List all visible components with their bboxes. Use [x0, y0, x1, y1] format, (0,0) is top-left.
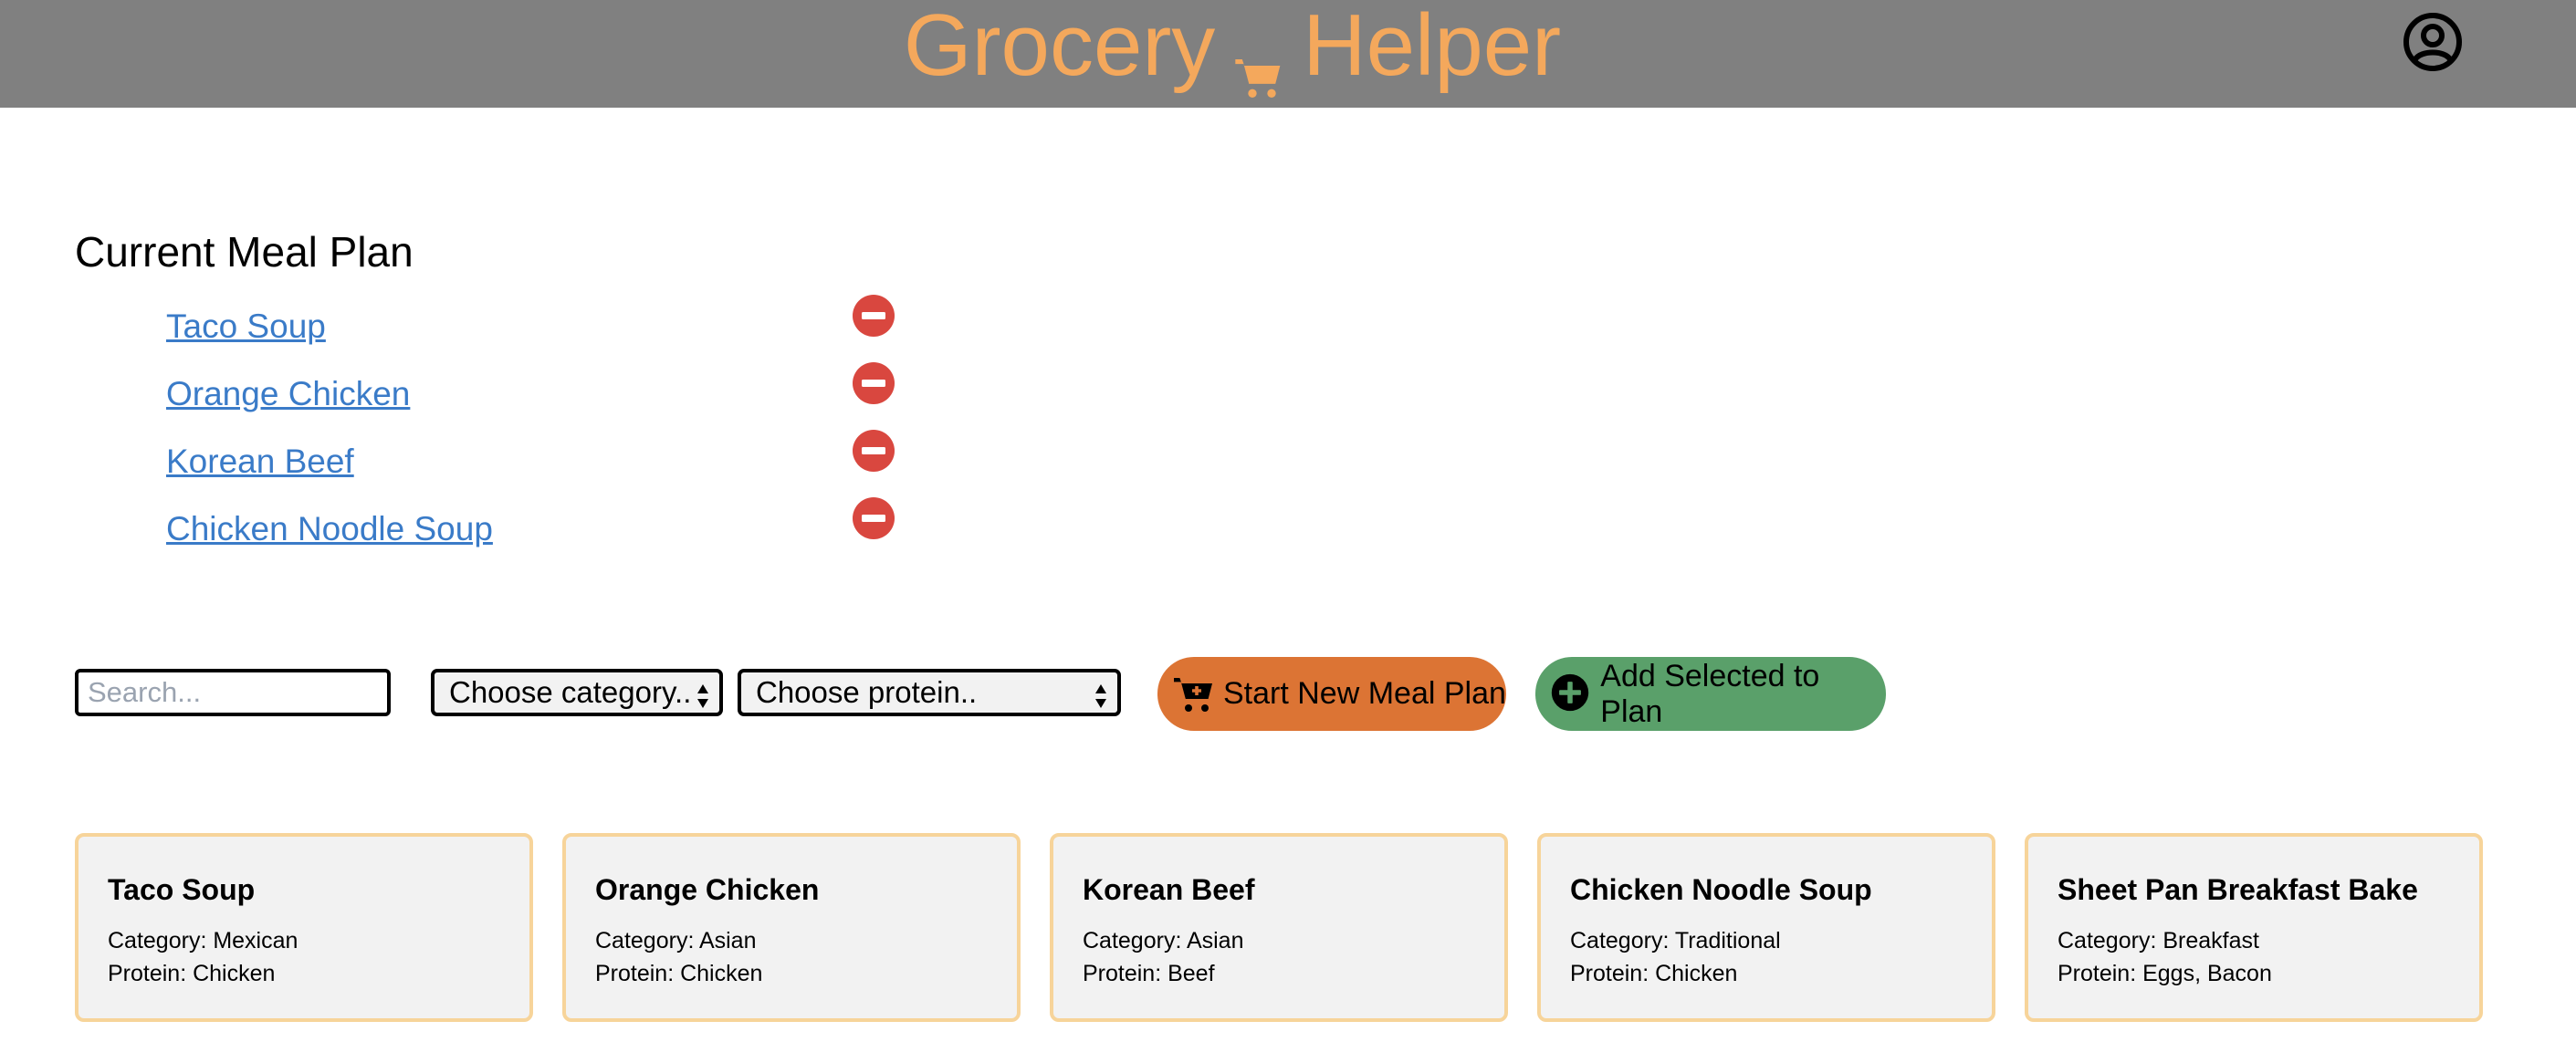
add-selected-to-plan-button[interactable]: Add Selected to Plan	[1535, 657, 1886, 731]
app-title-left: Grocery	[903, 0, 1216, 94]
protein-select-value: Choose protein..	[756, 675, 978, 709]
category-select-value: Choose category..	[449, 675, 692, 709]
add-selected-to-plan-label: Add Selected to Plan	[1600, 658, 1820, 729]
shopping-cart-icon	[1233, 29, 1284, 98]
recipe-name: Chicken Noodle Soup	[1570, 873, 1872, 906]
recipe-card[interactable]: Taco Soup Category: Mexican Protein: Chi…	[75, 833, 533, 1022]
recipe-protein: Protein: Eggs, Bacon	[2058, 961, 2272, 986]
remove-circle-icon[interactable]	[852, 429, 895, 473]
app-title-right: Helper	[1303, 0, 1562, 94]
recipe-category: Category: Breakfast	[2058, 928, 2259, 953]
app-header: Grocery Helper	[0, 0, 2576, 108]
start-new-meal-plan-button[interactable]: Start New Meal Plan	[1157, 657, 1506, 731]
recipe-category: Category: Traditional	[1570, 928, 1781, 953]
protein-select[interactable]: Choose protein..	[738, 669, 1121, 716]
recipe-name: Korean Beef	[1083, 873, 1255, 906]
select-arrows-icon	[1094, 680, 1108, 708]
recipe-name: Sheet Pan Breakfast Bake	[2058, 873, 2418, 906]
category-select[interactable]: Choose category..	[431, 669, 723, 716]
recipe-protein: Protein: Chicken	[595, 961, 763, 986]
app-title[interactable]: Grocery Helper	[0, 0, 2465, 98]
meal-plan-item-taco-soup[interactable]: Taco Soup	[166, 307, 326, 347]
meal-plan-item-korean-beef[interactable]: Korean Beef	[166, 442, 354, 482]
recipe-name: Taco Soup	[108, 873, 256, 906]
meal-plan-title: Current Meal Plan	[75, 228, 414, 276]
remove-circle-icon[interactable]	[852, 294, 895, 338]
remove-circle-icon[interactable]	[852, 496, 895, 540]
recipe-card[interactable]: Chicken Noodle Soup Category: Traditiona…	[1537, 833, 1995, 1022]
recipe-category: Category: Asian	[595, 928, 757, 953]
recipe-protein: Protein: Chicken	[108, 961, 276, 986]
meal-plan-item-orange-chicken[interactable]: Orange Chicken	[166, 374, 410, 414]
recipe-card[interactable]: Orange Chicken Category: Asian Protein: …	[562, 833, 1021, 1022]
recipe-protein: Protein: Beef	[1083, 961, 1215, 986]
start-new-meal-plan-label: Start New Meal Plan	[1223, 676, 1506, 711]
recipe-category: Category: Asian	[1083, 928, 1244, 953]
cart-plus-icon	[1172, 672, 1216, 716]
search-input[interactable]	[75, 669, 391, 716]
recipe-card[interactable]: Korean Beef Category: Asian Protein: Bee…	[1050, 833, 1508, 1022]
recipe-category: Category: Mexican	[108, 928, 298, 953]
remove-circle-icon[interactable]	[852, 361, 895, 405]
user-circle-icon[interactable]	[2403, 12, 2463, 72]
recipe-card[interactable]: Sheet Pan Breakfast Bake Category: Break…	[2025, 833, 2483, 1022]
recipe-name: Orange Chicken	[595, 873, 820, 906]
select-arrows-icon	[696, 680, 710, 708]
recipe-protein: Protein: Chicken	[1570, 961, 1738, 986]
plus-circle-icon	[1550, 672, 1593, 716]
meal-plan-item-chicken-noodle-soup[interactable]: Chicken Noodle Soup	[166, 509, 493, 549]
